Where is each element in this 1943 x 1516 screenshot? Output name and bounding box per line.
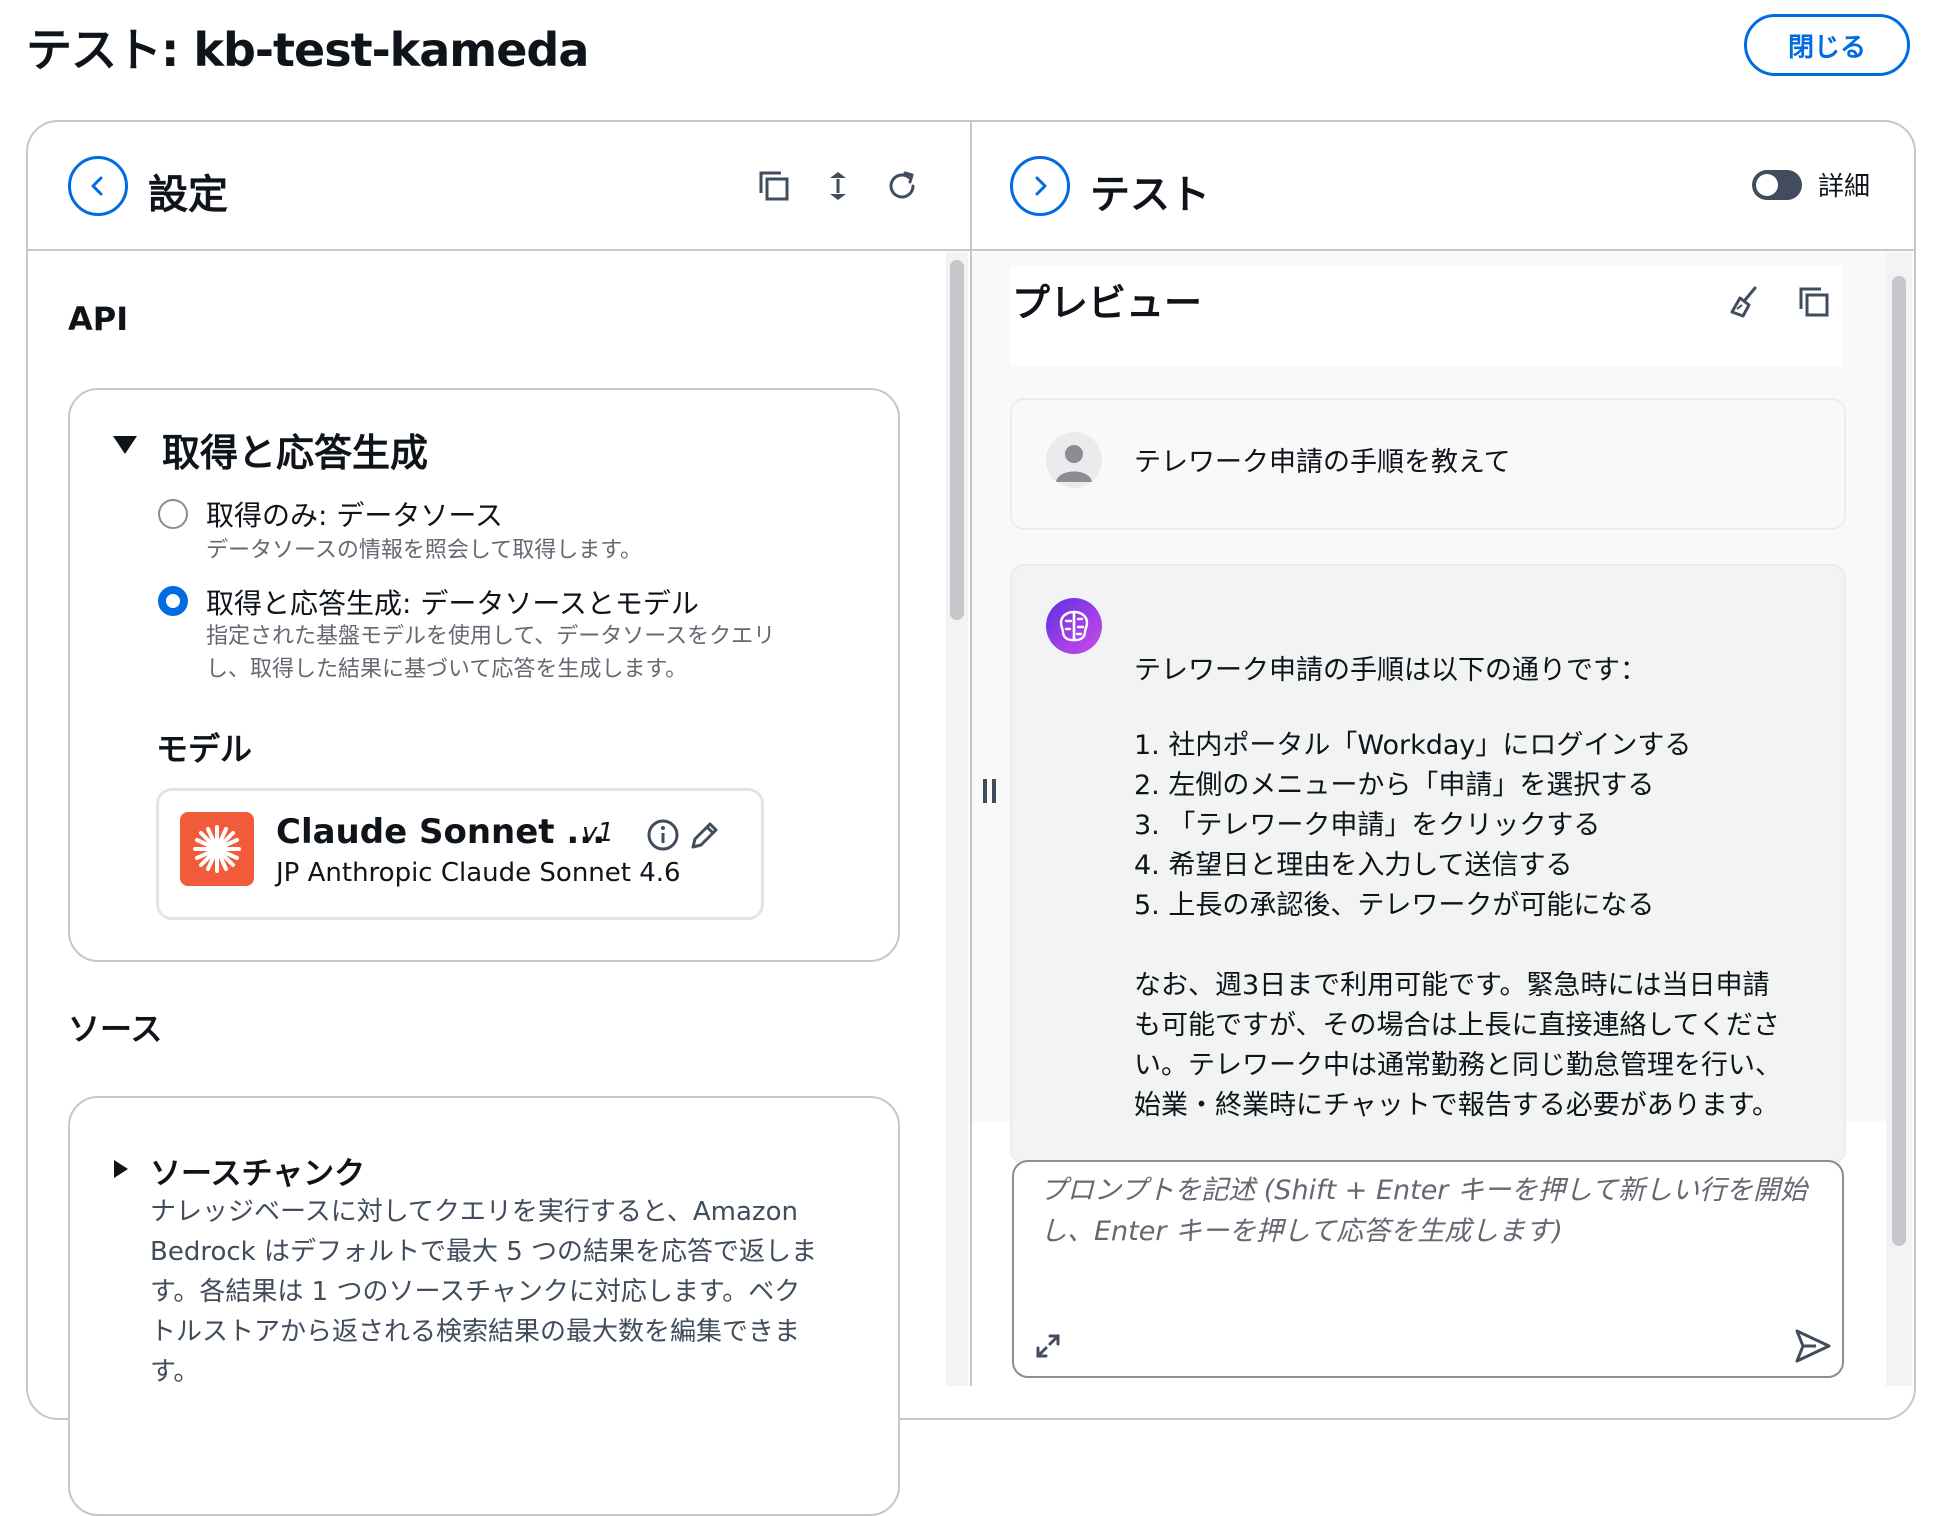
source-section-heading: ソース	[68, 1010, 163, 1048]
source-chunk-desc-line: Bedrock はデフォルトで最大 5 つの結果を応答で返しま	[150, 1237, 818, 1267]
assistant-step: 3. 「テレワーク申請」をクリックする	[1134, 810, 1601, 841]
info-icon[interactable]	[646, 818, 680, 852]
source-chunk-desc-line: す。各結果は 1 つのソースチャンクに対応します。ベク	[150, 1277, 801, 1307]
page-title: テスト: kb-test-kameda	[26, 23, 589, 77]
header-separator	[28, 249, 1914, 251]
edit-pencil-icon[interactable]	[688, 818, 720, 852]
caret-right-icon[interactable]	[112, 1158, 130, 1180]
detail-toggle-label: 詳細	[1818, 172, 1871, 202]
assistant-step: 4. 希望日と理由を入力して送信する	[1134, 850, 1573, 881]
user-avatar-icon	[1046, 432, 1102, 488]
copy-button[interactable]	[752, 164, 796, 208]
broom-icon	[1727, 285, 1761, 319]
preview-title: プレビュー	[1012, 281, 1203, 325]
copy-icon	[757, 169, 791, 203]
source-chunk-desc-line: ナレッジベースに対してクエリを実行すると、Amazon	[150, 1197, 798, 1227]
radio-retrieve-generate[interactable]	[158, 586, 188, 616]
expand-input-icon[interactable]	[1032, 1330, 1064, 1362]
model-version: v1	[582, 818, 614, 848]
assistant-note-line: なお、週3日まで利用可能です。緊急時には当日申請	[1134, 970, 1770, 1001]
refresh-button[interactable]	[880, 164, 924, 208]
radio-retrieve-generate-desc-line1: 指定された基盤モデルを使用して、データソースをクエリ	[206, 624, 776, 649]
chevron-right-icon	[1028, 174, 1052, 198]
copy-chat-button[interactable]	[1792, 280, 1836, 324]
caret-down-icon[interactable]	[112, 434, 138, 456]
send-button[interactable]	[1794, 1328, 1832, 1364]
anthropic-logo-icon	[180, 812, 254, 886]
radio-retrieve-only[interactable]	[158, 499, 188, 529]
retrieve-generate-card-title[interactable]: 取得と応答生成	[162, 422, 428, 477]
assistant-note-line: も可能ですが、その場合は上長に直接連絡してくださ	[1134, 1010, 1780, 1041]
radio-retrieve-generate-label[interactable]: 取得と応答生成: データソースとモデル	[206, 582, 699, 622]
collapse-left-button[interactable]	[68, 156, 128, 216]
detail-toggle[interactable]	[1752, 170, 1802, 200]
assistant-step: 1. 社内ポータル「Workday」にログインする	[1134, 730, 1692, 761]
left-scrollbar-thumb[interactable]	[950, 260, 964, 620]
assistant-note-line: い。テレワーク中は通常勤務と同じ勤怠管理を行い、	[1134, 1050, 1782, 1081]
panel-divider	[970, 120, 972, 1386]
source-chunk-desc-line: トルストアから返される検索結果の最大数を編集できま	[150, 1317, 801, 1347]
assistant-step: 2. 左側のメニューから「申請」を選択する	[1134, 770, 1655, 801]
ai-brain-icon	[1046, 598, 1102, 654]
user-message-text: テレワーク申請の手順を教えて	[1134, 447, 1511, 478]
collapse-right-button[interactable]	[1010, 156, 1070, 216]
close-button[interactable]: 閉じる	[1744, 14, 1910, 76]
assistant-note-line: 始業・終業時にチャットで報告する必要があります。	[1134, 1090, 1780, 1121]
refresh-icon	[885, 169, 919, 203]
expand-vertical-icon	[823, 169, 853, 203]
send-arrow-icon	[1794, 1328, 1832, 1364]
model-name: Claude Sonnet ...	[276, 812, 606, 852]
radio-retrieve-only-desc: データソースの情報を照会して取得します。	[206, 538, 643, 563]
prompt-placeholder: プロンプトを記述 (Shift + Enter キーを押して新しい行を開始し、E…	[1040, 1175, 1808, 1247]
clear-chat-button[interactable]	[1722, 280, 1766, 324]
api-section-heading: API	[68, 300, 129, 338]
assistant-message-intro: テレワーク申請の手順は以下の通りです：	[1134, 655, 1647, 686]
panel-resize-handle[interactable]	[980, 776, 1000, 806]
source-chunk-desc-line: す。	[150, 1357, 200, 1387]
source-chunk-title[interactable]: ソースチャンク	[150, 1148, 365, 1193]
assistant-step: 5. 上長の承認後、テレワークが可能になる	[1134, 890, 1655, 921]
radio-retrieve-only-label[interactable]: 取得のみ: データソース	[206, 494, 503, 534]
model-label: モデル	[156, 730, 253, 768]
model-full-name: JP Anthropic Claude Sonnet 4.6	[276, 858, 681, 888]
assistant-steps-list: 1. 社内ポータル「Workday」にログインする 2. 左側のメニューから「申…	[1134, 726, 1691, 926]
radio-retrieve-generate-desc-line2: し、取得した結果に基づいて応答を生成します。	[206, 657, 688, 682]
chevron-left-icon	[86, 174, 110, 198]
assistant-note: なお、週3日まで利用可能です。緊急時には当日申請 も可能ですが、その場合は上長に…	[1134, 966, 1782, 1126]
expand-collapse-button[interactable]	[816, 164, 860, 208]
left-panel-title: 設定	[148, 172, 228, 218]
source-chunk-desc: ナレッジベースに対してクエリを実行すると、Amazon Bedrock はデフォ…	[150, 1192, 817, 1392]
right-scrollbar-thumb[interactable]	[1892, 276, 1906, 1246]
right-panel-title: テスト	[1090, 172, 1210, 218]
copy-icon	[1797, 285, 1831, 319]
